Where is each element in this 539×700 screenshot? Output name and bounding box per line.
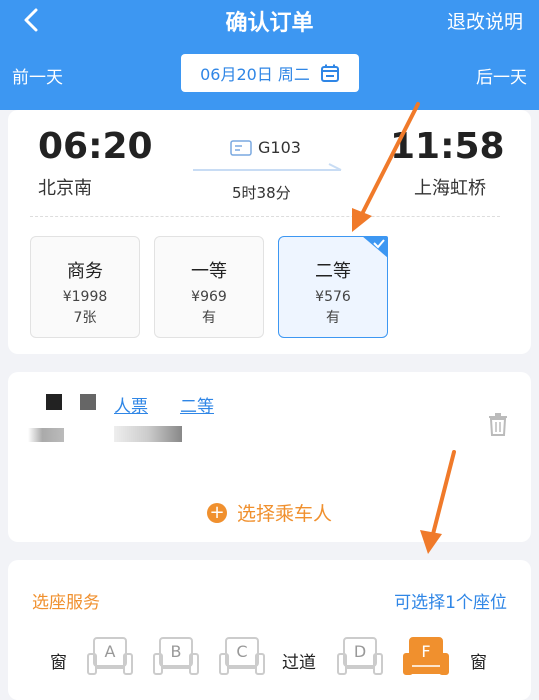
seat-letter: F [421, 642, 431, 661]
passenger-seat-class-link[interactable]: 二等 [180, 392, 214, 417]
next-day-button[interactable]: 后一天 [476, 63, 527, 88]
seat-letter: A [104, 642, 116, 661]
redacted-block [46, 394, 62, 410]
passenger-card: 人票 二等 + 选择乘车人 [8, 372, 531, 542]
redacted-block [80, 394, 96, 410]
seat-b[interactable]: B [152, 636, 200, 678]
refund-rules-link[interactable]: 退改说明 [447, 7, 523, 34]
trash-icon[interactable] [487, 412, 509, 436]
seat-class-price: ¥969 [191, 289, 227, 305]
ticket-type-link[interactable]: 人票 [114, 392, 148, 417]
arrive-station: 上海虹桥 [414, 178, 486, 199]
calendar-icon [320, 64, 339, 82]
add-passenger-button[interactable]: + 选择乘车人 [8, 499, 531, 526]
seat-d[interactable]: D [336, 636, 384, 678]
aisle-label: 过道 [282, 653, 316, 673]
date-text: 06月20日 周二 [200, 65, 310, 84]
seat-a[interactable]: A [86, 636, 134, 678]
seat-class-business[interactable]: 商务 ¥1998 7张 [30, 236, 140, 338]
plus-icon: + [206, 502, 227, 523]
seat-letter: C [236, 642, 248, 661]
seat-class-name: 商务 [67, 261, 103, 282]
date-picker[interactable]: 06月20日 周二 [181, 54, 359, 92]
depart-time: 06:20 [38, 126, 153, 167]
prev-day-button[interactable]: 前一天 [12, 63, 63, 88]
seat-c[interactable]: C [218, 636, 266, 678]
seat-class-availability: 7张 [73, 310, 97, 326]
header-bar: 确认订单 退改说明 前一天 06月20日 周二 后一天 [0, 0, 539, 110]
seat-class-price: ¥1998 [62, 289, 108, 305]
checkmark-icon [362, 236, 388, 258]
seat-letter: B [170, 642, 182, 661]
seat-service-card: 选座服务 可选择1个座位 窗 A B C 过道 D F 窗 [8, 560, 531, 700]
route-arrow-icon [193, 163, 342, 171]
window-label-left: 窗 [50, 653, 67, 673]
seat-class-availability: 有 [202, 310, 216, 326]
seat-class-first[interactable]: 一等 ¥969 有 [154, 236, 264, 338]
redacted-id-block [28, 428, 64, 442]
seat-class-availability: 有 [326, 310, 340, 326]
seat-class-second[interactable]: 二等 ¥576 有 [278, 236, 388, 338]
seat-f[interactable]: F [402, 636, 450, 678]
seat-service-hint: 可选择1个座位 [394, 593, 507, 613]
divider [30, 216, 500, 217]
seat-class-name: 二等 [315, 261, 351, 282]
window-label-right: 窗 [470, 653, 487, 673]
seat-class-name: 一等 [191, 261, 227, 282]
seat-letter: D [353, 642, 367, 661]
arrive-time: 11:58 [390, 126, 505, 167]
add-passenger-label: 选择乘车人 [236, 503, 332, 525]
train-number: G103 [258, 138, 301, 157]
ticket-icon [230, 140, 252, 156]
redacted-id-block [114, 426, 182, 442]
train-info-card: 06:20 北京南 G103 5时38分 11:58 上海虹桥 商务 ¥1998… [8, 110, 531, 354]
seat-class-price: ¥576 [315, 289, 351, 305]
depart-station: 北京南 [38, 178, 92, 199]
seat-service-title: 选座服务 [32, 593, 100, 613]
trip-duration: 5时38分 [232, 184, 291, 202]
